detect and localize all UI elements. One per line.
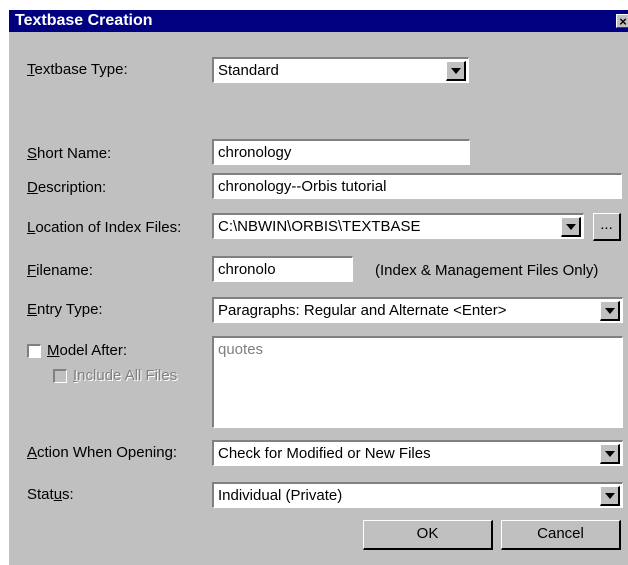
- filename-input[interactable]: chronolo: [212, 256, 353, 282]
- close-button[interactable]: ×: [616, 14, 628, 29]
- entry-type-label: Entry Type:: [27, 301, 103, 318]
- filename-value: chronolo: [218, 261, 276, 278]
- window-title: Textbase Creation: [15, 12, 153, 29]
- textbase-type-label: Textbase Type:: [27, 61, 128, 78]
- filename-label: Filename:: [27, 262, 93, 279]
- model-after-checkbox[interactable]: [27, 344, 41, 358]
- action-dropdown-button[interactable]: [600, 444, 620, 464]
- title-bar[interactable]: Textbase Creation ×: [9, 10, 628, 32]
- chevron-down-icon: [605, 308, 615, 314]
- description-label: Description:: [27, 179, 107, 196]
- status-value: Individual (Private): [218, 487, 343, 504]
- filename-note: (Index & Management Files Only): [375, 262, 599, 279]
- include-all-files-checkbox[interactable]: [53, 369, 67, 383]
- textbase-type-dropdown-button[interactable]: [446, 61, 466, 81]
- cancel-button[interactable]: Cancel: [501, 520, 621, 550]
- chevron-down-icon: [451, 68, 461, 74]
- status-label: Status:: [27, 486, 74, 503]
- entry-type-value: Paragraphs: Regular and Alternate <Enter…: [218, 302, 507, 319]
- chevron-down-icon: [605, 451, 615, 457]
- short-name-label: Short Name:: [27, 145, 112, 162]
- description-value: chronology--Orbis tutorial: [218, 178, 387, 195]
- action-when-opening-select[interactable]: Check for Modified or New Files: [212, 440, 623, 466]
- textbase-type-value: Standard: [218, 62, 279, 79]
- short-name-value: chronology: [218, 144, 292, 161]
- model-after-placeholder: quotes: [218, 341, 264, 358]
- status-select[interactable]: Individual (Private): [212, 482, 623, 508]
- location-label: Location of Index Files:: [27, 219, 182, 236]
- description-input[interactable]: chronology--Orbis tutorial: [212, 173, 622, 199]
- status-dropdown-button[interactable]: [600, 486, 620, 506]
- entry-type-dropdown-button[interactable]: [600, 301, 620, 321]
- location-dropdown-button[interactable]: [561, 217, 581, 237]
- model-after-textarea[interactable]: quotes: [212, 336, 623, 428]
- textbase-creation-dialog: Textbase Creation × Textbase Type: Stand…: [9, 10, 628, 565]
- textbase-type-select[interactable]: Standard: [212, 57, 469, 83]
- model-after-label[interactable]: Model After:: [47, 342, 127, 360]
- ok-button[interactable]: OK: [363, 520, 493, 550]
- action-when-opening-label: Action When Opening:: [27, 444, 178, 461]
- entry-type-select[interactable]: Paragraphs: Regular and Alternate <Enter…: [212, 297, 623, 323]
- action-when-opening-value: Check for Modified or New Files: [218, 445, 431, 462]
- close-icon: ×: [619, 14, 627, 29]
- location-value: C:\NBWIN\ORBIS\TEXTBASE: [218, 218, 421, 235]
- include-all-files-label: Include All Files: [73, 367, 178, 384]
- browse-button[interactable]: ...: [593, 213, 621, 241]
- short-name-input[interactable]: chronology: [212, 139, 470, 165]
- location-combo[interactable]: C:\NBWIN\ORBIS\TEXTBASE: [212, 213, 584, 239]
- chevron-down-icon: [566, 224, 576, 230]
- chevron-down-icon: [605, 493, 615, 499]
